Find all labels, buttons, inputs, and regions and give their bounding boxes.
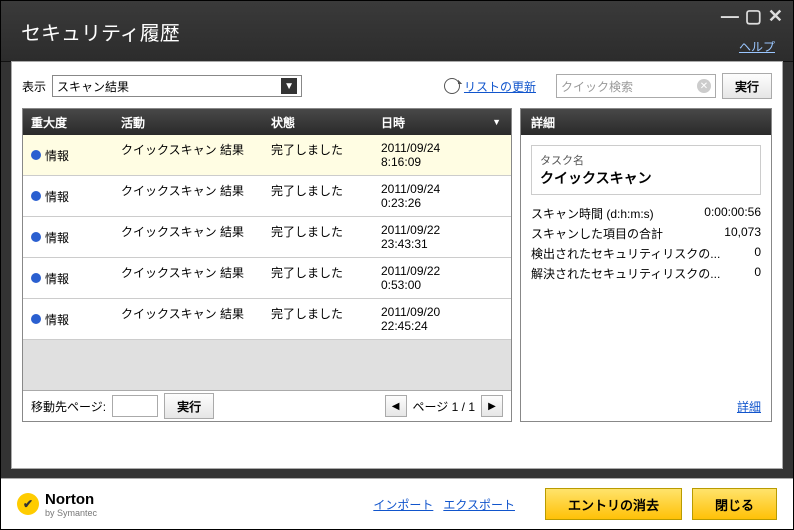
next-page-button[interactable]: ▶ [481,395,503,417]
window-title: セキュリティ履歴 [21,17,180,46]
refresh-label: リストの更新 [464,78,536,95]
search-input[interactable]: クイック検索 ✕ [556,74,716,98]
refresh-icon [444,78,460,94]
info-dot-icon [31,232,41,242]
col-severity[interactable]: 重大度 [23,114,121,131]
grid-body[interactable]: 情報クイックスキャン 結果完了しました2011/09/248:16:09情報クイ… [23,135,511,390]
stats-list: スキャン時間 (d:h:m:s)0:00:00:56 スキャンした項目の合計10,… [531,205,761,282]
info-dot-icon [31,191,41,201]
stat-row: スキャンした項目の合計10,073 [531,225,761,242]
details-more-link[interactable]: 詳細 [521,392,771,421]
col-datetime[interactable]: 日時 ▼ [381,114,511,131]
stat-row: 解決されたセキュリティリスクの...0 [531,265,761,282]
task-box: タスク名 クイックスキャン [531,145,761,195]
search-go-button[interactable]: 実行 [722,73,772,99]
security-history-window: セキュリティ履歴 — ▢ ✕ ヘルプ 表示 スキャン結果 ▼ リストの更新 クイ… [0,0,794,530]
results-pane: 重大度 活動 状態 日時 ▼ 情報クイックスキャン 結果完了しました2011/0… [22,108,512,422]
brand-name: Norton [45,491,97,508]
brand: ✔ Norton by Symantec [17,491,97,518]
footer: ✔ Norton by Symantec インポート エクスポート エントリの消… [1,478,793,529]
col-activity[interactable]: 活動 [121,114,271,131]
col-status[interactable]: 状態 [271,114,381,131]
task-name: クイックスキャン [540,168,752,188]
task-label: タスク名 [540,152,752,168]
pager: 移動先ページ: 実行 ◀ ページ 1 / 1 ▶ [23,390,511,421]
minimize-icon[interactable]: — [721,7,739,25]
info-dot-icon [31,314,41,324]
brand-sub: by Symantec [45,508,97,518]
table-row[interactable]: 情報クイックスキャン 結果完了しました2011/09/240:23:26 [23,176,511,217]
close-button[interactable]: 閉じる [692,488,777,520]
filter-row: 表示 スキャン結果 ▼ リストの更新 クイック検索 ✕ 実行 [22,72,772,100]
table-row[interactable]: 情報クイックスキャン 結果完了しました2011/09/2223:43:31 [23,217,511,258]
pager-go-button[interactable]: 実行 [164,393,214,419]
details-pane: 詳細 タスク名 クイックスキャン スキャン時間 (d:h:m:s)0:00:00… [520,108,772,422]
help-link[interactable]: ヘルプ [739,38,775,55]
search-placeholder: クイック検索 [561,78,633,95]
table-row[interactable]: 情報クイックスキャン 結果完了しました2011/09/220:53:00 [23,258,511,299]
info-dot-icon [31,150,41,160]
titlebar: セキュリティ履歴 — ▢ ✕ ヘルプ [1,1,793,62]
prev-page-button[interactable]: ◀ [385,395,407,417]
brand-check-icon: ✔ [17,493,39,515]
import-link[interactable]: インポート [373,496,433,513]
page-input[interactable] [112,395,158,417]
stat-row: 検出されたセキュリティリスクの...0 [531,245,761,262]
table-row[interactable]: 情報クイックスキャン 結果完了しました2011/09/248:16:09 [23,135,511,176]
page-indicator: ページ 1 / 1 [413,398,475,415]
filter-dropdown[interactable]: スキャン結果 ▼ [52,75,302,97]
pager-label: 移動先ページ: [31,398,106,415]
filter-value: スキャン結果 [57,78,129,95]
maximize-icon[interactable]: ▢ [745,7,762,25]
clear-entries-button[interactable]: エントリの消去 [545,488,682,520]
info-dot-icon [31,273,41,283]
stat-row: スキャン時間 (d:h:m:s)0:00:00:56 [531,205,761,222]
content-area: 表示 スキャン結果 ▼ リストの更新 クイック検索 ✕ 実行 重大度 活動 状 [11,61,783,469]
sort-desc-icon: ▼ [492,117,501,127]
export-link[interactable]: エクスポート [443,496,515,513]
chevron-down-icon: ▼ [281,78,297,94]
clear-search-icon[interactable]: ✕ [697,79,711,93]
details-header: 詳細 [521,109,771,135]
refresh-link[interactable]: リストの更新 [444,78,536,95]
close-icon[interactable]: ✕ [768,7,783,25]
filter-label: 表示 [22,78,46,95]
grid-header: 重大度 活動 状態 日時 ▼ [23,109,511,135]
table-row[interactable]: 情報クイックスキャン 結果完了しました2011/09/2022:45:24 [23,299,511,340]
